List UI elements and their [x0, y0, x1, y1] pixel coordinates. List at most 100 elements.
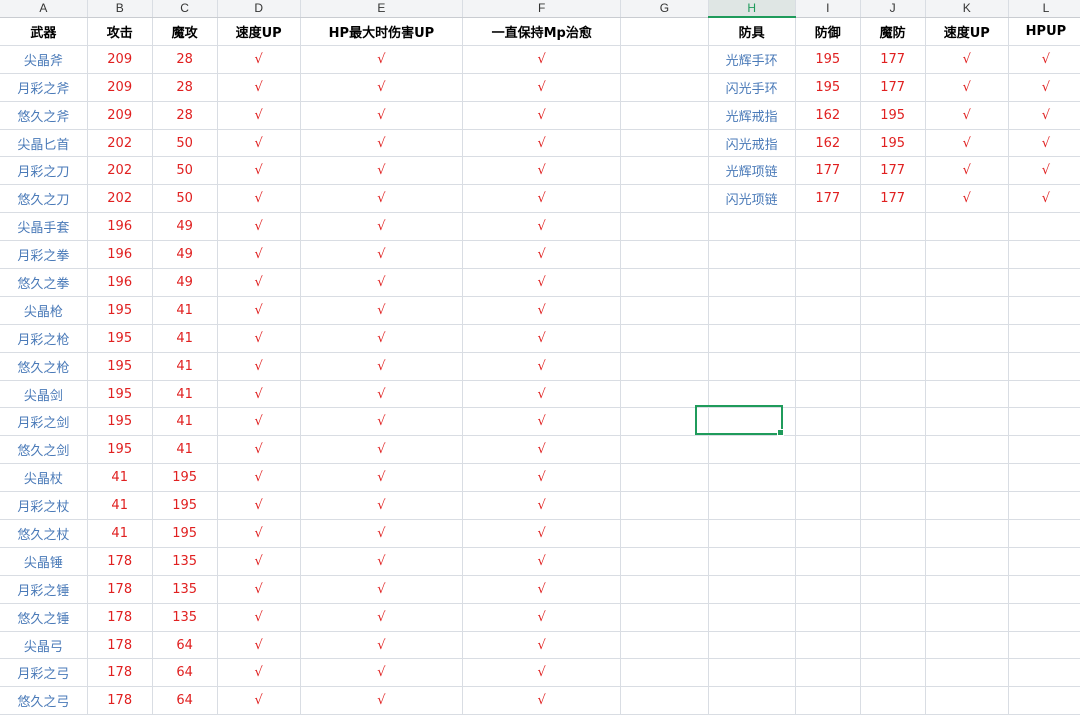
check-cell[interactable]: √ — [300, 101, 464, 130]
check-cell[interactable]: √ — [300, 463, 464, 493]
weapon-name-cell[interactable]: 尖晶枪 — [0, 296, 88, 325]
check-cell[interactable]: √ — [462, 380, 622, 409]
empty-cell[interactable] — [860, 658, 926, 688]
empty-cell[interactable] — [795, 352, 861, 381]
empty-cell[interactable] — [1008, 407, 1080, 437]
check-cell[interactable]: √ — [300, 658, 464, 688]
empty-cell[interactable] — [620, 17, 709, 46]
armor-header-cell[interactable]: 防具 — [708, 17, 796, 46]
magic-attack-cell[interactable]: 195 — [152, 491, 218, 521]
weapon-name-cell[interactable]: 悠久之枪 — [0, 352, 88, 381]
empty-cell[interactable] — [860, 575, 926, 604]
check-cell[interactable]: √ — [300, 547, 464, 576]
attack-cell[interactable]: 202 — [87, 129, 153, 158]
empty-cell[interactable] — [708, 212, 796, 242]
check-cell[interactable]: √ — [217, 212, 301, 242]
weapon-name-cell[interactable]: 悠久之刀 — [0, 184, 88, 214]
column-header-c[interactable]: C — [152, 0, 218, 18]
column-header-e[interactable]: E — [300, 0, 464, 18]
empty-cell[interactable] — [860, 352, 926, 381]
weapon-name-cell[interactable]: 尖晶匕首 — [0, 129, 88, 158]
check-cell[interactable]: √ — [300, 73, 464, 102]
empty-cell[interactable] — [795, 519, 861, 548]
check-cell[interactable]: √ — [1008, 45, 1080, 74]
magic-attack-cell[interactable]: 28 — [152, 45, 218, 74]
check-cell[interactable]: √ — [462, 575, 622, 604]
magic-defense-cell[interactable]: 195 — [860, 101, 926, 130]
empty-cell[interactable] — [620, 519, 709, 548]
empty-cell[interactable] — [795, 631, 861, 660]
empty-cell[interactable] — [620, 658, 709, 688]
check-cell[interactable]: √ — [300, 156, 464, 186]
magic-defense-cell[interactable]: 177 — [860, 184, 926, 214]
weapon-name-cell[interactable]: 尖晶斧 — [0, 45, 88, 74]
empty-cell[interactable] — [795, 268, 861, 297]
empty-cell[interactable] — [620, 603, 709, 632]
check-cell[interactable]: √ — [462, 686, 622, 716]
defense-cell[interactable]: 177 — [795, 156, 861, 186]
weapon-name-cell[interactable]: 月彩之刀 — [0, 156, 88, 186]
check-cell[interactable]: √ — [300, 240, 464, 270]
weapon-name-cell[interactable]: 尖晶手套 — [0, 212, 88, 242]
empty-cell[interactable] — [860, 268, 926, 297]
check-cell[interactable]: √ — [217, 240, 301, 270]
attack-cell[interactable]: 209 — [87, 73, 153, 102]
attack-cell[interactable]: 209 — [87, 101, 153, 130]
magic-attack-cell[interactable]: 135 — [152, 547, 218, 576]
check-cell[interactable]: √ — [462, 212, 622, 242]
empty-cell[interactable] — [860, 296, 926, 325]
attack-cell[interactable]: 178 — [87, 658, 153, 688]
weapon-name-cell[interactable]: 月彩之斧 — [0, 73, 88, 102]
check-cell[interactable]: √ — [217, 324, 301, 353]
empty-cell[interactable] — [795, 324, 861, 353]
empty-cell[interactable] — [795, 212, 861, 242]
attack-cell[interactable]: 178 — [87, 631, 153, 660]
attack-cell[interactable]: 41 — [87, 463, 153, 493]
armor-name-cell[interactable]: 闪光手环 — [708, 73, 796, 102]
check-cell[interactable]: √ — [462, 547, 622, 576]
empty-cell[interactable] — [860, 631, 926, 660]
check-cell[interactable]: √ — [217, 45, 301, 74]
attack-cell[interactable]: 195 — [87, 296, 153, 325]
check-cell[interactable]: √ — [300, 519, 464, 548]
check-cell[interactable]: √ — [217, 603, 301, 632]
check-cell[interactable]: √ — [462, 631, 622, 660]
column-header-g[interactable]: G — [620, 0, 709, 18]
magic-attack-cell[interactable]: 49 — [152, 268, 218, 297]
weapon-name-cell[interactable]: 尖晶剑 — [0, 380, 88, 409]
defense-cell[interactable]: 162 — [795, 101, 861, 130]
weapon-header-cell[interactable]: 攻击 — [87, 17, 153, 46]
magic-attack-cell[interactable]: 64 — [152, 686, 218, 716]
magic-defense-cell[interactable]: 177 — [860, 45, 926, 74]
check-cell[interactable]: √ — [462, 129, 622, 158]
check-cell[interactable]: √ — [462, 658, 622, 688]
empty-cell[interactable] — [708, 547, 796, 576]
empty-cell[interactable] — [708, 463, 796, 493]
empty-cell[interactable] — [708, 268, 796, 297]
empty-cell[interactable] — [1008, 631, 1080, 660]
weapon-name-cell[interactable]: 月彩之枪 — [0, 324, 88, 353]
magic-attack-cell[interactable]: 49 — [152, 212, 218, 242]
check-cell[interactable]: √ — [217, 491, 301, 521]
weapon-name-cell[interactable]: 尖晶锤 — [0, 547, 88, 576]
check-cell[interactable]: √ — [217, 101, 301, 130]
empty-cell[interactable] — [620, 156, 709, 186]
empty-cell[interactable] — [1008, 212, 1080, 242]
check-cell[interactable]: √ — [462, 101, 622, 130]
empty-cell[interactable] — [1008, 658, 1080, 688]
check-cell[interactable]: √ — [925, 101, 1009, 130]
empty-cell[interactable] — [708, 380, 796, 409]
empty-cell[interactable] — [620, 380, 709, 409]
magic-defense-cell[interactable]: 177 — [860, 73, 926, 102]
empty-cell[interactable] — [925, 658, 1009, 688]
check-cell[interactable]: √ — [1008, 101, 1080, 130]
empty-cell[interactable] — [620, 491, 709, 521]
check-cell[interactable]: √ — [300, 631, 464, 660]
empty-cell[interactable] — [860, 380, 926, 409]
empty-cell[interactable] — [860, 547, 926, 576]
armor-header-cell[interactable]: 速度UP — [925, 17, 1009, 46]
empty-cell[interactable] — [708, 296, 796, 325]
empty-cell[interactable] — [1008, 296, 1080, 325]
check-cell[interactable]: √ — [462, 491, 622, 521]
empty-cell[interactable] — [925, 324, 1009, 353]
